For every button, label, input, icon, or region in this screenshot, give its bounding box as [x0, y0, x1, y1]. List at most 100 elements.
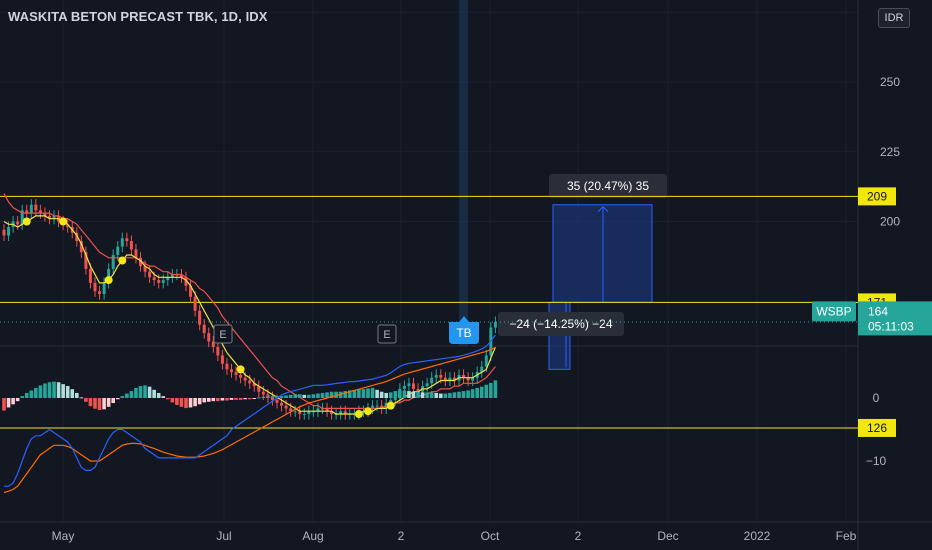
macd-histogram-bar	[393, 391, 398, 398]
macd-histogram-bar	[170, 398, 175, 403]
candle	[202, 324, 206, 334]
candle	[34, 204, 38, 211]
macd-histogram-bar	[420, 392, 425, 398]
candle	[111, 254, 115, 269]
macd-histogram-bar	[479, 386, 484, 398]
macd-histogram-bar	[134, 387, 138, 398]
candle	[234, 372, 238, 375]
macd-histogram-bar	[179, 398, 184, 407]
macd-histogram-bar	[34, 387, 38, 398]
price-tick: 225	[880, 145, 900, 159]
candle	[375, 405, 379, 407]
cross-dot	[354, 410, 363, 419]
macd-histogram-bar	[439, 393, 443, 398]
macd-histogram-bar	[197, 398, 202, 405]
macd-histogram-bar	[52, 381, 56, 398]
candle	[439, 374, 443, 378]
macd-histogram-bar	[429, 392, 434, 398]
macd-histogram-bar	[443, 393, 448, 398]
macd-histogram-bar	[152, 389, 156, 398]
candle	[116, 246, 120, 255]
macd-histogram-bar	[206, 398, 211, 402]
macd-histogram-bar	[20, 396, 24, 398]
candle	[2, 229, 6, 236]
candle	[148, 271, 152, 278]
candle	[7, 227, 11, 236]
macd-histogram-bar	[457, 391, 461, 398]
macd-histogram-bar	[88, 398, 93, 407]
candle	[88, 268, 92, 283]
macd-histogram-bar	[466, 390, 470, 398]
candle	[29, 204, 33, 214]
macd-histogram-bar	[388, 392, 393, 398]
macd-histogram-bar	[375, 389, 379, 398]
macd-histogram-bar	[6, 398, 11, 408]
candle	[425, 383, 429, 387]
cross-dot	[59, 217, 68, 226]
cross-dot	[104, 276, 113, 285]
candle	[293, 411, 297, 413]
macd-histogram-bar	[247, 398, 252, 400]
macd-histogram-bar	[370, 387, 375, 398]
time-tick: Dec	[657, 529, 678, 543]
candle	[93, 282, 97, 292]
measure-down-label: −24 (−14.25%) −24	[509, 317, 612, 331]
candle	[230, 369, 233, 373]
candle	[198, 310, 202, 325]
macd-histogram-bar	[284, 395, 288, 398]
candle	[275, 400, 279, 403]
macd-histogram-bar	[65, 386, 70, 398]
macd-histogram-bar	[361, 389, 366, 398]
macd-histogram-bar	[288, 394, 293, 398]
macd-histogram-bar	[407, 391, 411, 398]
candle	[125, 238, 129, 242]
time-tick: Aug	[302, 529, 323, 543]
candle	[16, 221, 20, 225]
macd-histogram-bar	[143, 385, 147, 398]
currency-button[interactable]: IDR	[878, 8, 910, 28]
candle	[434, 374, 438, 378]
candle	[220, 355, 224, 364]
macd-histogram-bar	[452, 392, 457, 398]
macd-signal-line	[3, 347, 496, 494]
macd-histogram-bar	[111, 398, 115, 404]
last-price-value: 164	[868, 304, 888, 318]
macd-histogram-bar	[102, 398, 106, 410]
macd-histogram-bar	[293, 394, 297, 398]
macd-histogram-bar	[357, 389, 361, 398]
macd-histogram-bar	[425, 392, 429, 398]
macd-histogram-bar	[166, 398, 170, 400]
macd-histogram-bar	[147, 386, 152, 398]
time-tick: May	[52, 529, 75, 543]
tb-marker-label: TB	[456, 326, 471, 340]
macd-histogram-bar	[11, 398, 15, 405]
macd-histogram-bar	[175, 398, 179, 405]
time-tick: 2	[398, 529, 405, 543]
macd-tick: 0	[873, 391, 880, 405]
candle	[243, 377, 247, 381]
price-label: 126	[867, 421, 887, 435]
macd-histogram-bar	[211, 398, 216, 402]
earnings-marker: E	[383, 329, 390, 341]
candle	[261, 391, 265, 395]
macd-histogram-bar	[156, 392, 161, 398]
macd-histogram-bar	[398, 390, 402, 398]
macd-histogram-bar	[320, 392, 325, 398]
time-tick: 2022	[744, 529, 771, 543]
candle	[225, 363, 229, 370]
cross-dot	[386, 401, 395, 410]
macd-histogram-bar	[252, 398, 257, 399]
macd-histogram-bar	[38, 385, 43, 398]
macd-histogram-bar	[307, 394, 311, 398]
macd-histogram-bar	[261, 396, 266, 398]
chart-canvas[interactable]: 35 (20.47%) 35−24 (−14.25%) −24EETB35032…	[0, 0, 932, 550]
macd-histogram-bar	[297, 394, 302, 398]
macd-histogram-bar	[302, 394, 307, 398]
macd-histogram-bar	[270, 396, 275, 398]
macd-histogram-bar	[184, 398, 188, 409]
candle	[152, 277, 156, 281]
macd-histogram-bar	[384, 392, 388, 398]
candle	[402, 386, 406, 389]
macd-histogram-bar	[56, 382, 61, 398]
macd-histogram-bar	[402, 390, 407, 398]
